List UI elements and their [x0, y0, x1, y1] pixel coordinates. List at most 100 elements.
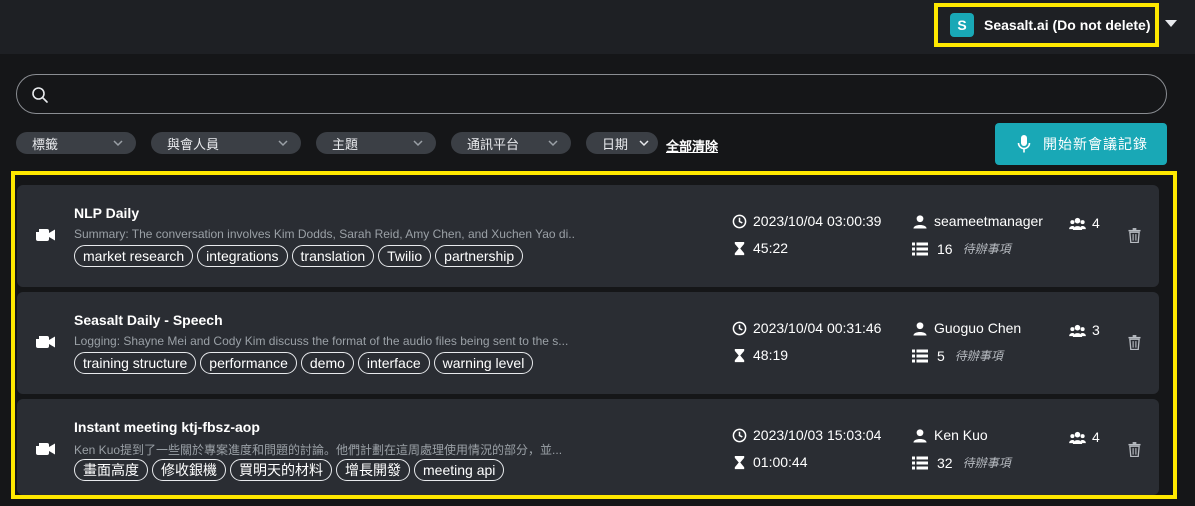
todo-label: 待辦事項	[962, 242, 1011, 256]
tag-chip[interactable]: meeting api	[414, 459, 505, 481]
meeting-card[interactable]: NLP Daily Summary: The conversation invo…	[17, 185, 1159, 287]
tag-chip[interactable]: market research	[74, 245, 194, 267]
filter-label: 通訊平台	[467, 136, 520, 152]
clock-icon	[732, 214, 747, 228]
meeting-summary: Summary: The conversation involves Kim D…	[74, 227, 574, 241]
participant-count: 3	[1069, 322, 1100, 338]
chevron-down-icon	[278, 140, 288, 147]
video-camera-icon	[36, 229, 55, 241]
meeting-title[interactable]: Instant meeting ktj-fbsz-aop	[74, 419, 260, 435]
clear-all-link[interactable]: 全部清除	[666, 136, 718, 155]
datetime-value: 2023/10/03 15:03:04	[753, 427, 882, 443]
tag-chip[interactable]: 畫面高度	[74, 459, 148, 481]
trash-icon[interactable]	[1128, 335, 1141, 350]
tag-chip[interactable]: warning level	[433, 352, 534, 374]
user-icon	[913, 214, 927, 229]
start-new-meeting-label: 開始新會議記錄	[1043, 136, 1148, 152]
list-icon	[912, 456, 928, 469]
tag-chip[interactable]: 增長開發	[336, 459, 410, 481]
meeting-datetime: 2023/10/04 00:31:46	[732, 320, 881, 336]
tag-list: training structure performance demo inte…	[74, 352, 534, 374]
datetime-value: 2023/10/04 03:00:39	[753, 213, 882, 229]
todo-summary[interactable]: 32 待辦事項	[912, 454, 1011, 471]
workspace-avatar: S	[950, 13, 974, 37]
tag-chip[interactable]: performance	[200, 352, 297, 374]
chevron-down-icon	[548, 140, 558, 147]
meeting-duration: 01:00:44	[732, 454, 808, 470]
tag-chip[interactable]: interface	[357, 352, 430, 374]
start-new-meeting-button[interactable]: 開始新會議記錄	[995, 123, 1167, 165]
filter-topic[interactable]: 主題	[316, 132, 436, 154]
search-icon	[32, 87, 48, 103]
owner-name: seameetmanager	[934, 213, 1043, 229]
tag-chip[interactable]: demo	[300, 352, 354, 374]
filter-label: 與會人員	[167, 136, 220, 152]
tag-list: 畫面高度 修收銀機 買明天的材料 增長開發 meeting api	[74, 459, 505, 481]
video-camera-icon	[36, 336, 55, 348]
clock-icon	[732, 321, 747, 335]
user-icon	[913, 321, 927, 336]
meeting-owner: Ken Kuo	[912, 427, 988, 443]
tag-chip[interactable]: training structure	[74, 352, 197, 374]
filter-participants[interactable]: 與會人員	[151, 132, 301, 154]
meeting-owner: Guoguo Chen	[912, 320, 1021, 336]
chevron-down-icon	[639, 140, 649, 147]
trash-icon[interactable]	[1128, 442, 1141, 457]
workspace-name: Seasalt.ai (Do not delete)	[984, 17, 1151, 33]
video-camera-icon	[36, 443, 55, 455]
meeting-datetime: 2023/10/04 03:00:39	[732, 213, 881, 229]
group-icon	[1069, 217, 1086, 230]
user-icon	[913, 428, 927, 443]
meeting-owner: seameetmanager	[912, 213, 1043, 229]
tag-chip[interactable]: partnership	[435, 245, 524, 267]
meeting-summary: Ken Kuo提到了一些關於專案進度和問題的討論。他們計劃在這周處理使用情況的部…	[74, 443, 563, 457]
todo-count: 16	[937, 240, 953, 257]
filter-date[interactable]: 日期	[586, 132, 658, 154]
filter-label: 標籤	[32, 136, 59, 152]
participant-count: 4	[1069, 429, 1100, 445]
meeting-summary: Logging: Shayne Mei and Cody Kim discuss…	[74, 334, 569, 348]
tag-chip[interactable]: integrations	[197, 245, 288, 267]
filter-label: 日期	[602, 136, 629, 152]
chevron-down-icon	[113, 140, 123, 147]
tag-chip[interactable]: 修收銀機	[152, 459, 226, 481]
group-icon	[1069, 431, 1086, 444]
filter-label: 主題	[332, 136, 359, 152]
workspace-selector[interactable]: S Seasalt.ai (Do not delete)	[934, 3, 1159, 47]
tag-list: market research integrations translation…	[74, 245, 524, 267]
tag-chip[interactable]: translation	[291, 245, 375, 267]
todo-count: 32	[937, 454, 953, 471]
meeting-title[interactable]: NLP Daily	[74, 205, 139, 221]
participant-count-value: 4	[1092, 215, 1100, 231]
meeting-datetime: 2023/10/03 15:03:04	[732, 427, 881, 443]
filter-platform[interactable]: 通訊平台	[451, 132, 571, 154]
owner-name: Ken Kuo	[934, 427, 988, 443]
todo-count: 5	[937, 347, 945, 364]
filter-tags[interactable]: 標籤	[16, 132, 136, 154]
participant-count-value: 3	[1092, 322, 1100, 338]
list-icon	[912, 242, 928, 255]
trash-icon[interactable]	[1128, 228, 1141, 243]
microphone-icon	[1017, 135, 1031, 153]
owner-name: Guoguo Chen	[934, 320, 1022, 336]
meeting-title[interactable]: Seasalt Daily - Speech	[74, 312, 223, 328]
hourglass-icon	[734, 455, 745, 469]
duration-value: 01:00:44	[753, 454, 808, 470]
hourglass-icon	[734, 241, 745, 255]
meeting-duration: 48:19	[732, 347, 788, 363]
meeting-card[interactable]: Instant meeting ktj-fbsz-aop Ken Kuo提到了一…	[17, 399, 1159, 495]
meeting-duration: 45:22	[732, 240, 788, 256]
clock-icon	[732, 428, 747, 442]
participant-count-value: 4	[1092, 429, 1100, 445]
todo-label: 待辦事項	[962, 456, 1011, 470]
todo-summary[interactable]: 16 待辦事項	[912, 240, 1011, 257]
meeting-card[interactable]: Seasalt Daily - Speech Logging: Shayne M…	[17, 292, 1159, 394]
search-input[interactable]	[16, 74, 1167, 114]
chevron-down-icon	[413, 140, 423, 147]
tag-chip[interactable]: 買明天的材料	[230, 459, 332, 481]
chevron-down-icon[interactable]	[1165, 20, 1177, 27]
tag-chip[interactable]: Twilio	[378, 245, 432, 267]
todo-summary[interactable]: 5 待辦事項	[912, 347, 1003, 364]
participant-count: 4	[1069, 215, 1100, 231]
todo-label: 待辦事項	[954, 349, 1003, 363]
